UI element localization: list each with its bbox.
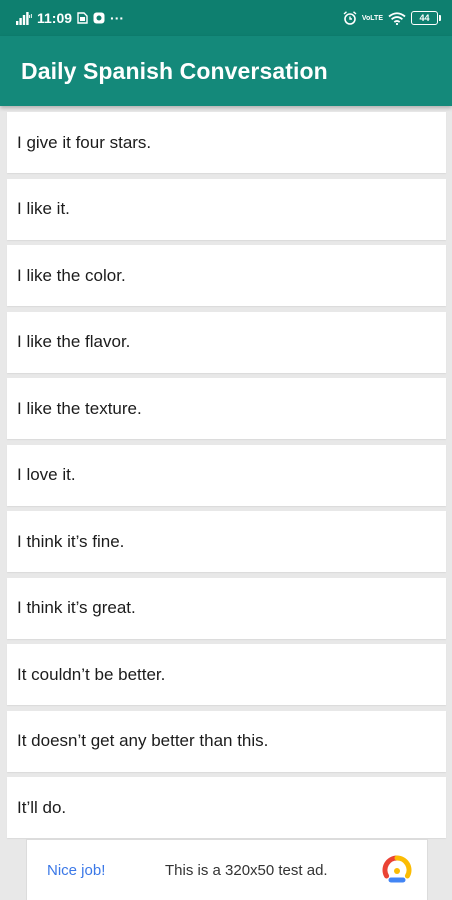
list-item[interactable]: I like the color. [7,245,446,306]
list-item[interactable]: It couldn’t be better. [7,644,446,705]
ad-text: This is a 320x50 test ad. [165,861,328,879]
wifi-icon [388,11,406,25]
phrase-list: I give it four stars. I like it. I like … [7,112,446,844]
list-item[interactable]: I like the texture. [7,378,446,439]
ad-cta-link[interactable]: Nice job! [47,862,165,879]
list-item[interactable]: I think it’s fine. [7,511,446,572]
list-item-text: It’ll do. [17,797,67,817]
list-item[interactable]: I think it’s great. [7,577,446,639]
list-item[interactable]: I love it. [7,444,446,506]
status-time: 11:09 [37,10,73,26]
list-item[interactable]: I give it four stars. [7,112,446,173]
list-item-text: It couldn’t be better. [17,664,166,684]
list-item-text: I like the flavor. [17,332,131,351]
sim-icon [77,12,88,24]
app-title: Daily Spanish Conversation [21,57,328,84]
notification-icon [93,12,105,24]
list-item-text: I think it’s fine. [17,531,125,551]
list-item-text: It doesn’t get any better than this. [17,731,269,750]
app-bar: Daily Spanish Conversation [0,36,452,106]
svg-text:ıl: ıl [29,14,32,20]
volte-icon: Vo LTE [362,15,383,22]
battery-icon: 44 [411,11,441,25]
battery-level: 44 [419,13,430,23]
adchoices-logo-icon[interactable] [381,854,413,886]
status-bar-left: ıl 11:09 ··· [16,10,124,26]
ad-banner[interactable]: Nice job! This is a 320x50 test ad. [26,839,428,900]
list-item-text: I give it four stars. [17,132,152,152]
more-dots-icon: ··· [110,10,125,26]
status-bar: ıl 11:09 ··· Vo LTE 44 [0,0,452,36]
list-item[interactable]: It doesn’t get any better than this. [7,710,446,772]
list-item[interactable]: I like the flavor. [7,311,446,373]
app-screen: ıl 11:09 ··· Vo LTE 44 Daily Spanish Con… [0,0,452,900]
list-item[interactable]: It’ll do. [7,777,446,838]
list-item-text: I love it. [17,465,76,484]
list-item[interactable]: I like it. [7,178,446,240]
list-item-text: I like the color. [17,265,126,285]
alarm-icon [343,11,357,25]
list-item-text: I like it. [17,199,70,218]
list-item-text: I think it’s great. [17,598,136,617]
volte-bottom-label: LTE [370,14,383,22]
status-bar-right: Vo LTE 44 [343,11,441,25]
list-item-text: I like the texture. [17,398,142,418]
volte-top-label: Vo [361,14,371,22]
signal-icon: ıl [16,11,32,25]
